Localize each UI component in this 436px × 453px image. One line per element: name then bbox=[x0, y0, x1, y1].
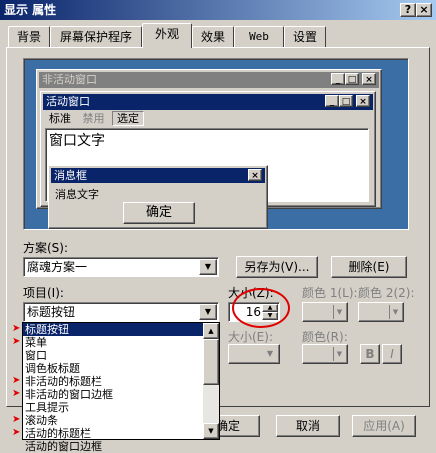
preview-inactive-titlebar: 非活动窗口 bbox=[39, 72, 379, 88]
close-button[interactable]: × bbox=[416, 3, 432, 17]
font-size-label: 大小(E): bbox=[228, 330, 273, 344]
font-color-picker[interactable]: ▼ bbox=[302, 344, 348, 364]
item-label: 项目(I): bbox=[23, 286, 64, 300]
scroll-thumb[interactable] bbox=[203, 339, 219, 385]
bold-button[interactable]: B bbox=[360, 344, 380, 364]
apply-button[interactable]: 应用(A) bbox=[352, 415, 416, 437]
preview-menubar: 标准 禁用 选定 bbox=[45, 111, 144, 126]
close-icon: × bbox=[362, 73, 376, 85]
preview-msgbox-text: 消息文字 bbox=[55, 188, 99, 201]
annotation-arrow-icon: ➤ bbox=[12, 375, 21, 386]
preview-inactive-title: 非活动窗口 bbox=[42, 73, 97, 86]
delete-button[interactable]: 删除(E) bbox=[331, 256, 407, 278]
tab-settings[interactable]: 设置 bbox=[284, 26, 326, 48]
minimize-icon: _ bbox=[331, 73, 345, 85]
list-item[interactable]: 标题按钮 bbox=[23, 323, 203, 336]
preview-menu-normal: 标准 bbox=[49, 112, 71, 125]
list-item[interactable]: 非活动的窗口边框 bbox=[23, 388, 203, 401]
tab-screensaver[interactable]: 屏幕保护程序 bbox=[50, 26, 142, 48]
list-item[interactable]: 滚动条 bbox=[23, 414, 203, 427]
italic-button[interactable]: I bbox=[382, 344, 402, 364]
preview-area: 非活动窗口 _ □ × 活动窗口 _ □ × 标准 禁用 选定 窗口文字 消息框… bbox=[23, 58, 409, 230]
list-item[interactable]: 窗口 bbox=[23, 349, 203, 362]
chevron-down-icon: ▼ bbox=[389, 305, 401, 319]
list-item[interactable]: 菜单 bbox=[23, 336, 203, 349]
annotation-arrow-icon: ➤ bbox=[12, 414, 21, 425]
preview-message-box: 消息框 × 消息文字 确定 bbox=[48, 165, 268, 229]
scheme-value: 腐魂方案一 bbox=[27, 260, 88, 274]
scheme-label: 方案(S): bbox=[23, 241, 69, 255]
color1-picker[interactable]: ▼ bbox=[302, 302, 348, 322]
tab-background[interactable]: 背景 bbox=[8, 26, 50, 48]
font-size-select[interactable]: ▼ bbox=[228, 344, 280, 364]
item-value: 标题按钮 bbox=[27, 305, 76, 319]
annotation-arrow-icon: ➤ bbox=[12, 427, 21, 438]
list-item[interactable]: 活动的标题栏 bbox=[23, 427, 203, 440]
preview-menu-disabled: 禁用 bbox=[82, 112, 105, 125]
maximize-icon: □ bbox=[339, 95, 353, 107]
window-titlebar: 显示 属性 bbox=[0, 0, 436, 20]
item-select[interactable]: 标题按钮 ▼ bbox=[23, 302, 219, 322]
cancel-button[interactable]: 取消 bbox=[276, 415, 340, 437]
window-title: 显示 属性 bbox=[4, 3, 57, 17]
annotation-arrow-icon: ➤ bbox=[12, 388, 21, 399]
dropdown-scrollbar[interactable]: ▲ ▼ bbox=[203, 323, 219, 439]
color2-label: 颜色 2(2): bbox=[358, 286, 415, 300]
list-item[interactable]: 非活动的标题栏 bbox=[23, 375, 203, 388]
color2-picker[interactable]: ▼ bbox=[358, 302, 404, 322]
preview-msgbox-ok: 确定 bbox=[123, 202, 195, 224]
save-as-button[interactable]: 另存为(V)... bbox=[236, 256, 318, 278]
color1-label: 颜色 1(L): bbox=[302, 286, 358, 300]
preview-window-text: 窗口文字 bbox=[49, 133, 105, 149]
preview-active-titlebar: 活动窗口 bbox=[43, 94, 373, 110]
preview-msgbox-titlebar: 消息框 bbox=[51, 168, 265, 183]
tab-appearance[interactable]: 外观 bbox=[142, 23, 192, 48]
tab-web[interactable]: Web bbox=[234, 26, 284, 48]
font-color-label: 颜色(R): bbox=[302, 330, 348, 344]
list-item[interactable]: 调色板标题 bbox=[23, 362, 203, 375]
minimize-icon: _ bbox=[325, 95, 339, 107]
preview-menu-selected: 选定 bbox=[112, 111, 144, 126]
scroll-down-icon[interactable]: ▼ bbox=[203, 423, 219, 439]
tab-effects[interactable]: 效果 bbox=[192, 26, 234, 48]
annotation-arrow-icon: ➤ bbox=[12, 323, 21, 334]
help-button[interactable]: ? bbox=[400, 3, 416, 17]
preview-msgbox-title: 消息框 bbox=[54, 169, 87, 182]
chevron-down-icon[interactable]: ▼ bbox=[199, 259, 217, 275]
list-item[interactable]: 工具提示 bbox=[23, 401, 203, 414]
scroll-up-icon[interactable]: ▲ bbox=[203, 323, 219, 339]
list-item[interactable]: 活动的窗口边框 bbox=[23, 440, 203, 453]
chevron-down-icon: ▼ bbox=[333, 305, 345, 319]
close-icon: × bbox=[248, 169, 262, 181]
chevron-down-icon[interactable]: ▼ bbox=[199, 304, 217, 320]
item-dropdown-list[interactable]: 标题按钮 菜单 窗口 调色板标题 非活动的标题栏 非活动的窗口边框 工具提示 滚… bbox=[22, 322, 220, 453]
chevron-down-icon: ▼ bbox=[266, 349, 274, 358]
annotation-arrow-icon: ➤ bbox=[12, 336, 21, 347]
maximize-icon: □ bbox=[345, 73, 359, 85]
chevron-down-icon: ▼ bbox=[333, 347, 345, 361]
dropdown-items: 标题按钮 菜单 窗口 调色板标题 非活动的标题栏 非活动的窗口边框 工具提示 滚… bbox=[23, 323, 203, 453]
annotation-circle bbox=[232, 288, 290, 328]
preview-active-title: 活动窗口 bbox=[46, 95, 90, 108]
close-icon: × bbox=[356, 95, 370, 107]
scheme-select[interactable]: 腐魂方案一 ▼ bbox=[23, 257, 219, 277]
